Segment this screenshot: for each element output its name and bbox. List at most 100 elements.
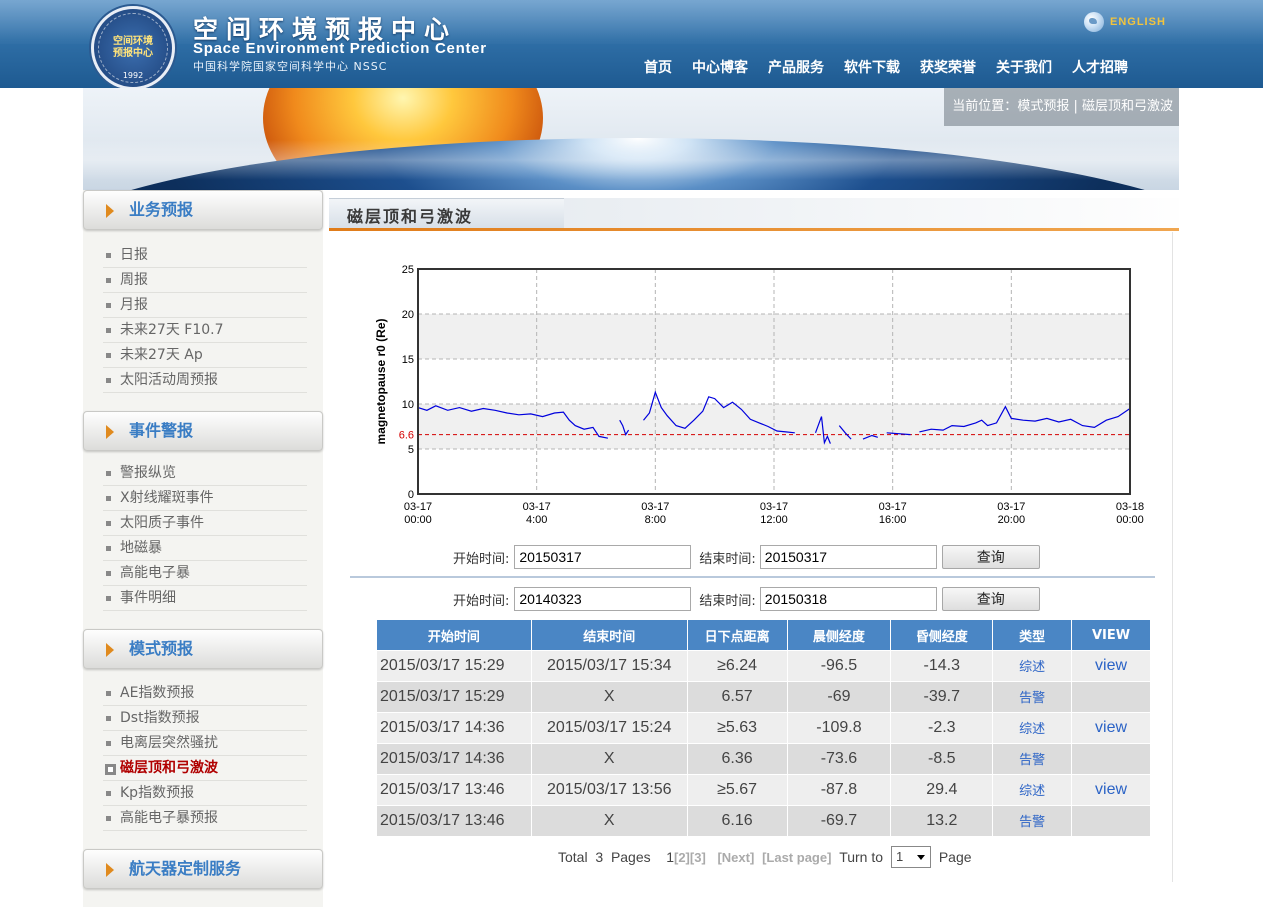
- sidebar-item-electron-storm[interactable]: 高能电子暴: [103, 561, 307, 586]
- query-button[interactable]: 查询: [941, 545, 1040, 569]
- sidebar-item-daily[interactable]: 日报: [103, 243, 307, 268]
- sidebar-item-event-detail[interactable]: 事件明细: [103, 586, 307, 611]
- cell-dawn-lon: -109.8: [787, 713, 891, 743]
- sidebar-section-models[interactable]: 模式预报: [83, 629, 323, 669]
- chart-xtick-label: 03-17: [404, 501, 432, 513]
- site-subtitle: 中国科学院国家空间科学中心 NSSC: [193, 60, 388, 73]
- breadcrumb-link-current[interactable]: 磁层顶和弓激波: [1082, 99, 1173, 114]
- cell-view: [1072, 744, 1150, 774]
- view-link[interactable]: view: [1095, 657, 1127, 674]
- sidebar-item-ap[interactable]: 未来27天 Ap: [103, 343, 307, 368]
- sidebar-item-proton[interactable]: 太阳质子事件: [103, 511, 307, 536]
- breadcrumb-link-model[interactable]: 模式预报: [1017, 99, 1069, 114]
- summary-link[interactable]: 综述: [1019, 722, 1045, 737]
- nav-blog[interactable]: 中心博客: [682, 58, 758, 78]
- chart-xtick-label: 12:00: [760, 514, 788, 526]
- sidebar-item-kp[interactable]: Kp指数预报: [103, 781, 307, 806]
- sidebar-item-sid[interactable]: 电离层突然骚扰: [103, 731, 307, 756]
- sidebar-section-forecast[interactable]: 业务预报: [83, 190, 323, 230]
- summary-link[interactable]: 综述: [1019, 660, 1045, 675]
- chart-ylabel: magnetopause r0 (Re): [374, 318, 388, 444]
- query-button[interactable]: 查询: [941, 587, 1040, 611]
- sidebar-section-spacecraft[interactable]: 航天器定制服务: [83, 849, 323, 889]
- content-right-border: [1172, 232, 1173, 882]
- cell-dusk-lon: 29.4: [891, 775, 993, 805]
- col-header-view: VIEW: [1072, 620, 1150, 650]
- chart-xtick-label: 4:00: [526, 514, 547, 526]
- start-time-input[interactable]: [514, 545, 692, 569]
- sidebar-item-xray-flare[interactable]: X射线耀斑事件: [103, 486, 307, 511]
- sidebar-item-weekly[interactable]: 周报: [103, 268, 307, 293]
- pager-last[interactable]: [Last page]: [762, 850, 831, 865]
- globe-icon: [1084, 12, 1104, 32]
- sidebar-item-f107[interactable]: 未来27天 F10.7: [103, 318, 307, 343]
- cell-end: 2015/03/17 15:24: [531, 713, 687, 743]
- start-time-input[interactable]: [514, 587, 692, 611]
- english-switch[interactable]: ENGLISH: [1084, 12, 1166, 32]
- end-time-label: 结束时间:: [699, 551, 756, 567]
- header-shade: [559, 198, 1179, 228]
- nav-jobs[interactable]: 人才招聘: [1062, 58, 1138, 78]
- chart-xtick-label: 03-18: [1116, 501, 1144, 513]
- cell-type: 综述: [993, 651, 1072, 681]
- sidebar-menu-forecast: 日报 周报 月报 未来27天 F10.7 未来27天 Ap 太阳活动周预报: [103, 243, 307, 393]
- events-table: 开始时间 结束时间 日下点距离 晨侧经度 昏侧经度 类型 VIEW 2015/0…: [376, 619, 1151, 837]
- cell-distance: ≥6.24: [687, 651, 787, 681]
- alert-link[interactable]: 告警: [1019, 753, 1045, 768]
- col-header-dawn-lon: 晨侧经度: [787, 620, 891, 650]
- nav-software[interactable]: 软件下载: [834, 58, 910, 78]
- chart-xtick-label: 03-17: [879, 501, 907, 513]
- cell-type: 告警: [993, 682, 1072, 712]
- sidebar-item-solar-cycle[interactable]: 太阳活动周预报: [103, 368, 307, 393]
- nav-awards[interactable]: 获奖荣誉: [910, 58, 986, 78]
- header-orange-rule: [329, 228, 1179, 231]
- main-nav: 首页 中心博客 产品服务 软件下载 获奖荣誉 关于我们 人才招聘: [634, 58, 1138, 78]
- cell-dusk-lon: -14.3: [891, 651, 993, 681]
- sidebar-section-title: 航天器定制服务: [129, 859, 242, 878]
- cell-dawn-lon: -69: [787, 682, 891, 712]
- cell-view: [1072, 806, 1150, 836]
- end-time-input[interactable]: [759, 545, 937, 569]
- start-time-label: 开始时间:: [453, 593, 510, 609]
- start-time-label: 开始时间:: [453, 551, 510, 567]
- sidebar-section-alerts[interactable]: 事件警报: [83, 411, 323, 451]
- sidebar-section-title: 模式预报: [129, 639, 194, 658]
- sidebar-item-monthly[interactable]: 月报: [103, 293, 307, 318]
- chart-ytick-label: 25: [402, 264, 414, 276]
- center-logo-seal[interactable]: 空间环境预报中心 1992: [91, 6, 175, 90]
- sidebar-item-dst[interactable]: Dst指数预报: [103, 706, 307, 731]
- breadcrumb: 当前位置：模式预报 | 磁层顶和弓激波: [944, 88, 1179, 126]
- alert-link[interactable]: 告警: [1019, 691, 1045, 706]
- content-title-tab: 磁层顶和弓激波: [329, 198, 564, 230]
- cell-view: view: [1072, 713, 1150, 743]
- magnetopause-chart: 0 5 10 15 20 25 03-17 00:00 03-17 4:00 03-17 8:00 03…: [365, 258, 1155, 530]
- end-time-input[interactable]: [759, 587, 937, 611]
- pager-next[interactable]: [Next]: [717, 850, 754, 865]
- sidebar-item-electron-forecast[interactable]: 高能电子暴预报: [103, 806, 307, 831]
- table-row: 2015/03/17 15:29 X 6.57 -69 -39.7 告警: [377, 682, 1150, 712]
- sidebar-item-magnetopause[interactable]: 磁层顶和弓激波: [103, 756, 307, 781]
- cell-start: 2015/03/17 15:29: [377, 651, 531, 681]
- table-row: 2015/03/17 14:36 2015/03/17 15:24 ≥5.63 -10…: [377, 713, 1150, 743]
- nav-home[interactable]: 首页: [634, 58, 682, 78]
- page-select[interactable]: 1: [891, 846, 932, 868]
- chart-xtick-label: 8:00: [645, 514, 666, 526]
- chart-xtick-label: 03-17: [523, 501, 551, 513]
- alert-link[interactable]: 告警: [1019, 815, 1045, 830]
- view-link[interactable]: view: [1095, 781, 1127, 798]
- view-link[interactable]: view: [1095, 719, 1127, 736]
- pager-link-2[interactable]: [2]: [674, 850, 690, 865]
- pager-pages-label: Pages: [610, 849, 651, 865]
- sidebar-item-alert-overview[interactable]: 警报纵览: [103, 461, 307, 486]
- chart-ytick-label: 15: [402, 354, 414, 366]
- content-header: 磁层顶和弓激波: [329, 190, 1179, 231]
- summary-link[interactable]: 综述: [1019, 784, 1045, 799]
- cell-start: 2015/03/17 14:36: [377, 744, 531, 774]
- sidebar-item-geomagnetic[interactable]: 地磁暴: [103, 536, 307, 561]
- sidebar-item-ae[interactable]: AE指数预报: [103, 681, 307, 706]
- nav-about[interactable]: 关于我们: [986, 58, 1062, 78]
- chart-xtick-label: 20:00: [998, 514, 1026, 526]
- cell-end: X: [531, 806, 687, 836]
- nav-products[interactable]: 产品服务: [758, 58, 834, 78]
- pager-link-3[interactable]: [3]: [690, 850, 706, 865]
